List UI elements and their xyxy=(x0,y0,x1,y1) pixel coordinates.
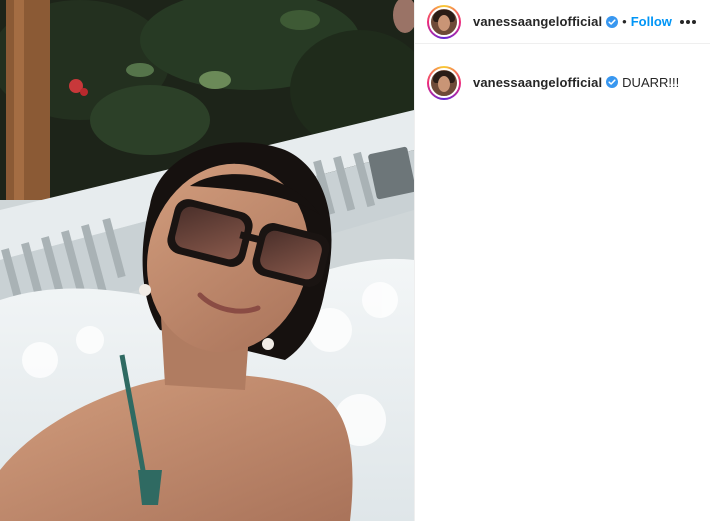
author-avatar[interactable] xyxy=(427,4,461,39)
caption-username[interactable]: vanessaangelofficial xyxy=(473,75,602,90)
caption-text-block: vanessaangelofficial DUARR!!! xyxy=(473,74,679,92)
profile-avatar-icon xyxy=(429,6,459,37)
post-photo-illustration xyxy=(0,0,414,521)
instagram-post: vanessaangelofficial • Follow vanessaang… xyxy=(0,0,710,521)
profile-avatar-icon xyxy=(429,68,459,98)
post-header: vanessaangelofficial • Follow xyxy=(415,0,710,44)
post-caption: vanessaangelofficial DUARR!!! xyxy=(427,66,699,100)
verified-badge-icon xyxy=(606,15,619,28)
post-sidebar: vanessaangelofficial • Follow vanessaang… xyxy=(414,0,710,521)
caption-body: DUARR!!! xyxy=(622,75,680,90)
post-photo[interactable] xyxy=(0,0,414,521)
separator-dot: • xyxy=(622,14,627,29)
caption-avatar[interactable] xyxy=(427,66,461,100)
verified-badge-icon xyxy=(606,76,619,88)
more-options-icon[interactable] xyxy=(677,12,699,32)
follow-button[interactable]: Follow xyxy=(631,14,672,29)
author-username[interactable]: vanessaangelofficial xyxy=(473,14,602,29)
